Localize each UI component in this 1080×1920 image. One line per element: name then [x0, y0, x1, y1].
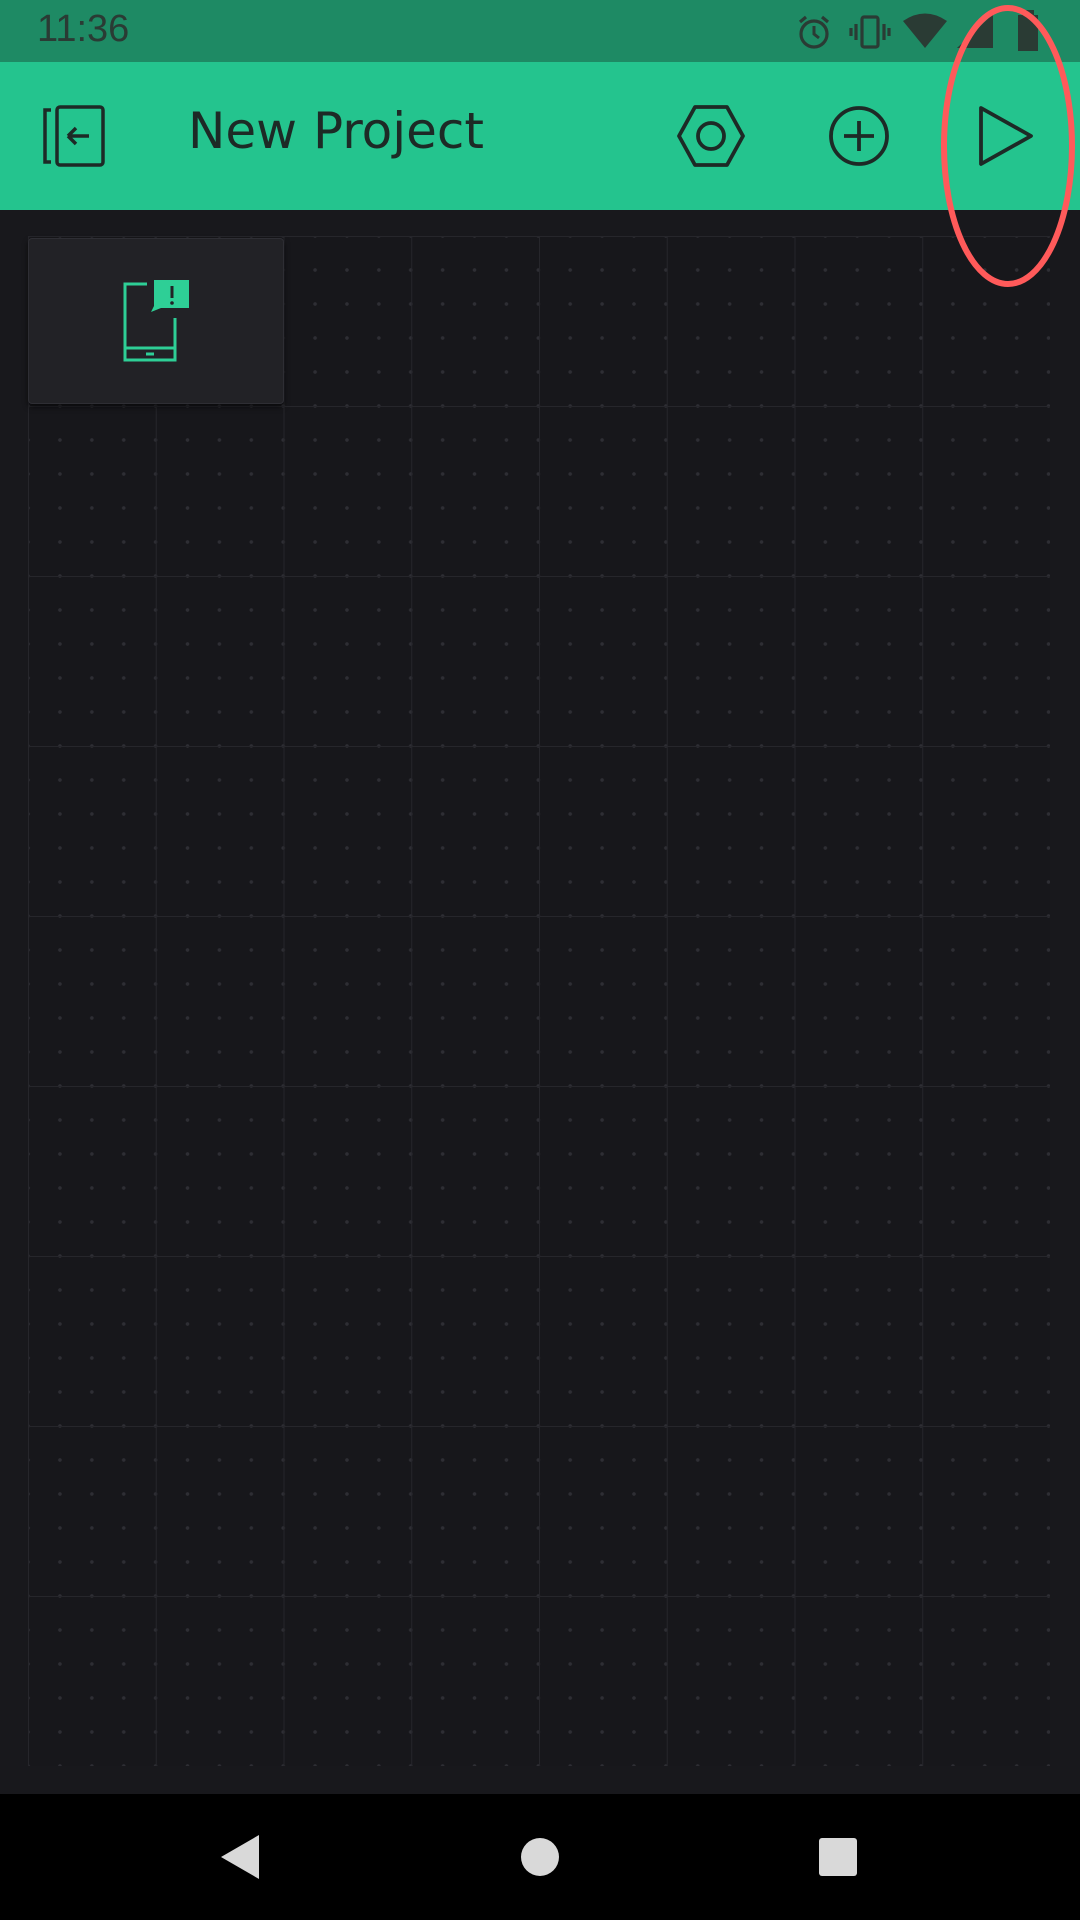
back-button[interactable] — [185, 1802, 295, 1912]
signal-icon — [957, 14, 993, 48]
home-icon — [521, 1838, 559, 1876]
navigation-bar — [0, 1794, 1080, 1920]
status-bar: 11:36 — [0, 0, 1080, 62]
add-widget-button[interactable] — [811, 88, 907, 184]
battery-icon — [1018, 10, 1038, 51]
wifi-icon — [903, 13, 947, 48]
recents-button[interactable] — [783, 1802, 893, 1912]
home-button[interactable] — [485, 1802, 595, 1912]
exit-icon — [43, 105, 105, 167]
alarm-icon — [798, 15, 830, 49]
status-time: 11:36 — [37, 8, 130, 50]
page-title: New Project — [188, 102, 485, 160]
add-widget-icon — [829, 106, 889, 166]
vibrate-icon — [849, 15, 891, 49]
exit-button[interactable] — [26, 88, 122, 184]
recents-icon — [819, 1838, 857, 1876]
notification-widget[interactable] — [28, 238, 284, 404]
back-icon — [221, 1835, 259, 1879]
dashboard-canvas[interactable] — [28, 236, 1050, 1766]
settings-button[interactable] — [663, 88, 759, 184]
settings-hexagon-icon — [677, 105, 745, 167]
screen: 11:36 New Project — [0, 0, 1080, 1920]
phone-notification-icon — [123, 280, 189, 362]
play-button[interactable] — [957, 88, 1053, 184]
play-icon — [979, 106, 1033, 166]
app-bar: New Project — [0, 62, 1080, 210]
